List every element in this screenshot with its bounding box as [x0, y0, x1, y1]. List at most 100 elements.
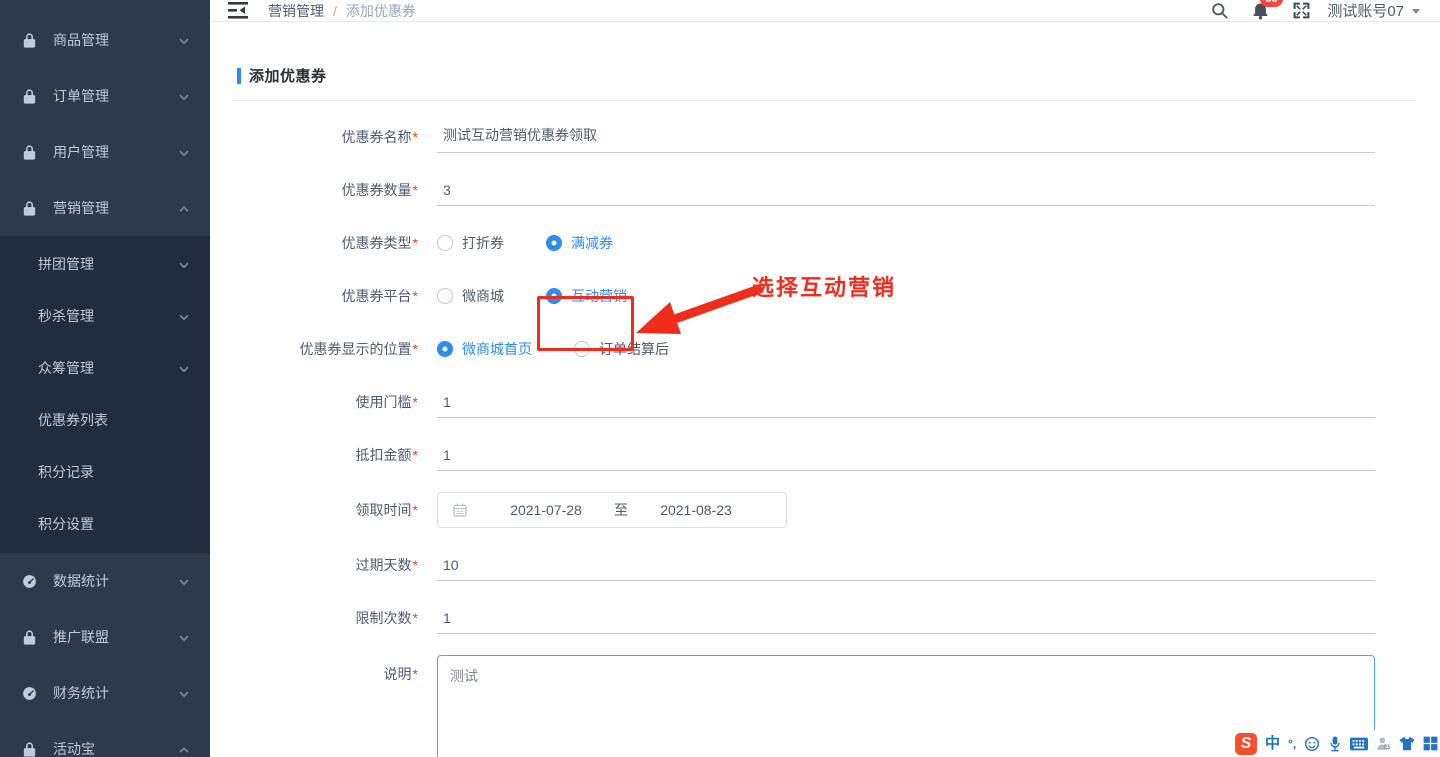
required-mark: * [413, 182, 418, 198]
lock-icon [21, 741, 38, 757]
required-mark: * [413, 288, 418, 304]
emoji-icon[interactable] [1304, 736, 1320, 752]
sidebar-item-label: 活动宝 [53, 739, 178, 757]
notification-bell-icon[interactable]: 36 [1251, 1, 1270, 21]
radio-mall-homepage[interactable]: 微商城首页 [437, 339, 532, 359]
marketing-submenu: 拼团管理 秒杀管理 众筹管理 优惠券列表 积分记录 积分设置 [0, 236, 210, 553]
field-row-expire-days: 过期天数* 10 [210, 549, 1440, 581]
chevron-down-icon [178, 258, 190, 270]
sidebar-item-marketing-mgmt[interactable]: 营销管理 [0, 180, 210, 236]
required-mark: * [413, 666, 418, 682]
breadcrumb-current: 添加优惠券 [346, 1, 416, 21]
sidebar-item-label: 积分设置 [38, 514, 190, 534]
field-row-usage-threshold: 使用门槛* 1 [210, 386, 1440, 418]
date-separator: 至 [614, 500, 628, 520]
sidebar-item-data-stats[interactable]: 数据统计 [0, 553, 210, 609]
search-icon[interactable] [1210, 1, 1229, 20]
sidebar-item-points-settings[interactable]: 积分设置 [0, 498, 210, 550]
field-row-deduction-amount: 抵扣金额* 1 [210, 439, 1440, 471]
sidebar-item-coupon-list[interactable]: 优惠券列表 [0, 394, 210, 446]
breadcrumb-marketing[interactable]: 营销管理 [268, 1, 324, 21]
radio-icon [574, 341, 590, 357]
punctuation-icon[interactable]: °, [1288, 738, 1296, 750]
limit-times-input[interactable]: 1 [437, 602, 1375, 634]
sidebar-item-finance-stats[interactable]: 财务统计 [0, 665, 210, 721]
coupon-name-value: 测试互动营销优惠券领取 [443, 125, 597, 145]
chevron-down-icon [178, 362, 190, 374]
expire-days-input[interactable]: 10 [437, 549, 1375, 581]
sidebar-item-label: 用户管理 [53, 142, 178, 162]
field-row-coupon-quantity: 优惠券数量* 3 [210, 174, 1440, 206]
date-range-picker[interactable]: 2021-07-28 至 2021-08-23 [437, 492, 787, 528]
sidebar-item-user-mgmt[interactable]: 用户管理 [0, 124, 210, 180]
keyboard-icon[interactable] [1350, 737, 1368, 751]
radio-label: 满减券 [571, 233, 613, 253]
coupon-quantity-value: 3 [443, 182, 451, 198]
chevron-down-icon [178, 90, 190, 102]
user-badge-count: 15 [1385, 744, 1392, 750]
description-label: 说明 [384, 666, 412, 682]
required-mark: * [413, 394, 418, 410]
start-date[interactable]: 2021-07-28 [494, 502, 598, 518]
mic-icon[interactable] [1328, 735, 1342, 752]
coupon-quantity-input[interactable]: 3 [437, 174, 1375, 206]
user-menu[interactable]: 测试账号07 [1327, 0, 1420, 21]
add-coupon-form: 优惠券名称* 测试互动营销优惠券领取 优惠券数量* 3 优惠券类型* 打折券 [210, 121, 1440, 757]
sidebar-item-flashsale-mgmt[interactable]: 秒杀管理 [0, 290, 210, 342]
sidebar: 商品管理 订单管理 用户管理 营销管理 拼团管理 [0, 0, 210, 757]
radio-selected-icon [437, 341, 453, 357]
coupon-name-input[interactable]: 测试互动营销优惠券领取 [437, 121, 1375, 153]
page-title-row: 添加优惠券 [237, 65, 1440, 86]
radio-interactive-marketing[interactable]: 互动营销 [546, 286, 627, 306]
radio-icon [437, 235, 453, 251]
required-mark: * [413, 129, 418, 145]
radio-full-reduction-coupon[interactable]: 满减券 [546, 233, 613, 253]
end-date[interactable]: 2021-08-23 [644, 502, 748, 518]
skin-icon[interactable] [1399, 736, 1415, 751]
grid-icon[interactable] [1423, 736, 1438, 751]
deduction-amount-value: 1 [443, 447, 451, 463]
sidebar-item-label: 众筹管理 [38, 358, 178, 378]
sidebar-item-points-record[interactable]: 积分记录 [0, 446, 210, 498]
sidebar-item-groupbuy-mgmt[interactable]: 拼团管理 [0, 238, 210, 290]
limit-times-label: 限制次数 [356, 610, 412, 626]
required-mark: * [413, 610, 418, 626]
radio-discount-coupon[interactable]: 打折券 [437, 233, 504, 253]
chinese-mode-icon[interactable]: 中 [1265, 736, 1280, 751]
sidebar-item-affiliate[interactable]: 推广联盟 [0, 609, 210, 665]
usage-threshold-input[interactable]: 1 [437, 386, 1375, 418]
gauge-icon [21, 685, 38, 702]
lock-icon [21, 200, 38, 217]
field-row-claim-time: 领取时间* 2021-07-28 至 2021-08-23 [210, 492, 1440, 528]
app-window: 商品管理 订单管理 用户管理 营销管理 拼团管理 [0, 0, 1440, 757]
radio-micro-mall[interactable]: 微商城 [437, 286, 504, 306]
user-badge-icon[interactable]: 15 [1376, 736, 1391, 751]
required-mark: * [413, 341, 418, 357]
claim-time-label: 领取时间 [356, 502, 412, 518]
sidebar-item-order-mgmt[interactable]: 订单管理 [0, 68, 210, 124]
radio-label: 互动营销 [571, 286, 627, 306]
content-area: 添加优惠券 优惠券名称* 测试互动营销优惠券领取 优惠券数量* 3 优惠券类型* [210, 22, 1440, 757]
sogou-logo-icon[interactable]: S [1235, 733, 1257, 755]
lock-icon [21, 88, 38, 105]
sidebar-item-label: 数据统计 [53, 571, 178, 591]
sidebar-collapse-icon[interactable] [228, 1, 250, 21]
radio-label: 打折券 [462, 233, 504, 253]
chevron-up-icon [178, 743, 190, 755]
sidebar-item-activity-bao[interactable]: 活动宝 [0, 721, 210, 757]
deduction-amount-label: 抵扣金额 [356, 447, 412, 463]
calendar-icon [452, 502, 468, 518]
radio-selected-icon [546, 235, 562, 251]
field-row-limit-times: 限制次数* 1 [210, 602, 1440, 634]
required-mark: * [413, 447, 418, 463]
radio-order-checkout[interactable]: 订单结算后 [574, 339, 669, 359]
sidebar-item-product-mgmt[interactable]: 商品管理 [0, 12, 210, 68]
coupon-type-label: 优惠券类型 [342, 235, 412, 251]
sidebar-item-crowdfund-mgmt[interactable]: 众筹管理 [0, 342, 210, 394]
limit-times-value: 1 [443, 610, 451, 626]
chevron-down-icon [178, 34, 190, 46]
chevron-down-icon [178, 687, 190, 699]
sidebar-item-label: 商品管理 [53, 30, 178, 50]
deduction-amount-input[interactable]: 1 [437, 439, 1375, 471]
fullscreen-icon[interactable] [1292, 1, 1311, 20]
